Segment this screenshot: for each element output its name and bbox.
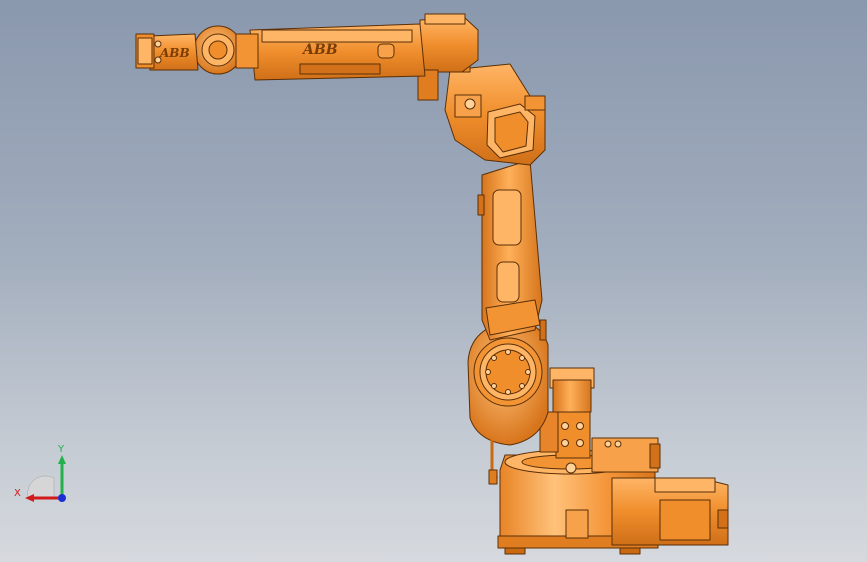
cad-viewport[interactable]: ABB ABB Y X [0,0,867,562]
abb-logo-upper-arm: ABB [301,42,338,58]
robot-upper-arm: ABB ABB [135,13,479,101]
abb-logo-wrist: ABB [159,46,190,60]
robot-lower-arm [467,159,549,485]
x-axis-label: X [14,488,21,499]
y-axis-label: Y [57,444,65,455]
robot-model-canvas[interactable]: ABB ABB [0,0,867,562]
coordinate-triad-icon: Y X [14,444,66,502]
